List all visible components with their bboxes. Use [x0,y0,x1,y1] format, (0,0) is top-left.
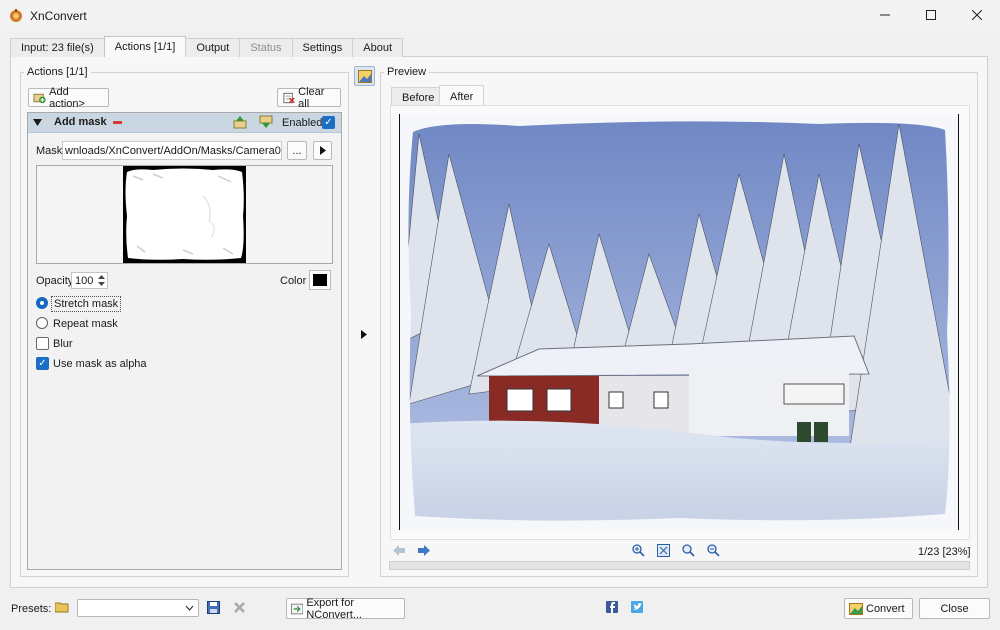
convert-button[interactable]: Convert [844,598,913,619]
collapse-arrow-icon[interactable] [33,119,42,126]
next-icon[interactable] [418,545,430,556]
twitter-icon[interactable] [631,601,643,613]
chevron-down-icon [185,605,194,611]
enabled-label: Enabled [282,117,323,129]
remove-action-icon[interactable] [113,120,122,125]
color-swatch [313,274,327,286]
actions-group-label: Actions [1/1] [24,66,91,78]
tab-about[interactable]: About [352,38,404,57]
add-action-label: Add action> [49,85,85,110]
minimize-button[interactable] [862,0,908,30]
maximize-icon [926,10,936,20]
play-arrow-icon [319,146,326,155]
color-picker-button[interactable] [309,270,331,290]
title-bar: XnConvert [0,0,1000,32]
actual-size-icon[interactable] [682,544,695,557]
export-icon [291,603,304,614]
export-nconvert-button[interactable]: Export for NConvert... [286,596,405,621]
progress-bar [389,561,970,570]
delete-icon[interactable] [233,601,246,614]
toggle-preview-button[interactable] [354,66,375,86]
use-mask-alpha-checkbox[interactable]: ✓ [36,357,49,370]
facebook-icon[interactable] [606,601,618,613]
mask-label: Mask [36,145,63,157]
move-down-icon[interactable] [259,115,273,129]
color-label: Color [280,275,307,287]
page-indicator: 1/23 [23%] [918,546,971,558]
mask-path-field[interactable]: wnloads/XnConvert/AddOn/Masks/Camera02.g… [62,141,282,160]
convert-label: Convert [866,602,905,615]
minimize-icon [880,14,890,16]
app-icon [10,9,22,22]
clear-all-icon [283,92,295,103]
tab-settings[interactable]: Settings [291,38,354,57]
convert-icon [849,602,863,615]
expand-arrow-icon[interactable] [361,330,367,339]
tab-input[interactable]: Input: 23 file(s) [10,38,105,57]
spin-arrows-icon[interactable] [98,275,105,286]
tab-before[interactable]: Before [391,87,446,107]
open-folder-icon[interactable] [55,601,69,613]
add-action-button[interactable]: Add action> [28,85,109,110]
tab-actions[interactable]: Actions [1/1] [103,36,187,57]
window-title: XnConvert [30,9,87,23]
tab-status[interactable]: Status [239,38,293,57]
stretch-mask-label[interactable]: Stretch mask [51,296,122,312]
preview-image [399,114,959,530]
opacity-value: 100 [75,275,94,287]
clear-all-label: Clear all [298,85,325,110]
preview-group-label: Preview [384,66,430,78]
presets-label: Presets: [11,603,52,615]
repeat-mask-label[interactable]: Repeat mask [53,318,118,330]
image-preview-icon [358,70,372,83]
save-icon[interactable] [207,601,220,614]
stretch-mask-radio[interactable] [36,297,48,309]
presets-combo[interactable] [77,599,199,617]
export-label: Export for NConvert... [306,596,362,621]
main-tabs: Input: 23 file(s) Actions [1/1] Output S… [10,36,404,57]
blur-checkbox[interactable] [36,337,49,350]
opacity-label: Opacity [36,275,74,287]
previous-icon[interactable] [393,545,405,556]
move-up-icon[interactable] [233,115,247,129]
repeat-mask-radio[interactable] [36,317,48,329]
close-window-button[interactable] [954,0,1000,30]
zoom-in-icon[interactable] [632,544,645,557]
tab-after[interactable]: After [439,85,485,107]
mask-menu-button[interactable] [313,141,332,160]
use-mask-alpha-label[interactable]: Use mask as alpha [53,358,147,370]
action-name: Add mask [54,116,107,128]
blur-label[interactable]: Blur [53,338,73,350]
tab-output[interactable]: Output [185,38,241,57]
close-icon [972,10,982,20]
clear-all-button[interactable]: Clear all [277,85,341,110]
add-action-icon [33,93,46,103]
zoom-out-icon[interactable] [707,544,720,557]
mask-thumbnail [123,166,246,263]
enabled-checkbox[interactable]: ✓ [322,116,335,129]
browse-mask-button[interactable]: ... [287,141,307,160]
opacity-spinbox[interactable]: 100 [71,272,108,289]
close-button[interactable]: Close [919,598,990,619]
maximize-button[interactable] [908,0,954,30]
fit-to-window-icon[interactable] [657,544,670,557]
